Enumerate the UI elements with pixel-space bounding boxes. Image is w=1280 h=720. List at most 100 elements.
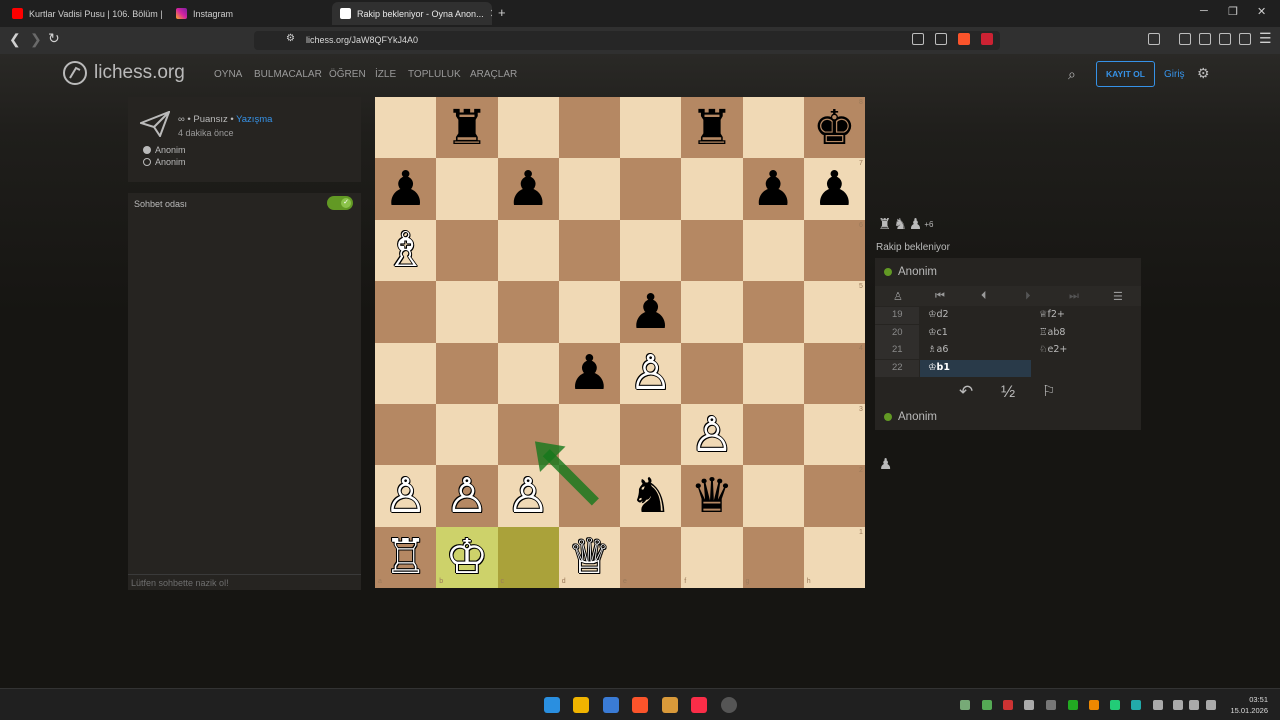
white-move[interactable]: ♔b1 — [920, 359, 1031, 377]
brave-shield-icon[interactable] — [958, 33, 970, 45]
square-g3[interactable] — [742, 403, 804, 466]
store-icon[interactable] — [603, 697, 619, 713]
black-move[interactable] — [1035, 360, 1135, 377]
sidebar-icon[interactable] — [1148, 33, 1160, 45]
piece-f2[interactable]: ♛ — [681, 465, 742, 526]
site-info-icon[interactable]: ⚙ — [286, 33, 295, 44]
square-e1[interactable] — [620, 526, 682, 588]
square-h6[interactable] — [803, 219, 865, 282]
top-player-name[interactable]: Anonim — [898, 266, 937, 278]
piece-c7[interactable]: ♟ — [498, 158, 559, 219]
battery-icon[interactable] — [1206, 700, 1216, 710]
nav-izle[interactable]: İZLE — [375, 69, 396, 80]
search-icon[interactable]: ⌕ — [1068, 66, 1076, 83]
nav-ogren[interactable]: ÖĞREN — [329, 69, 366, 80]
close-tab-icon[interactable]: ✕ — [490, 7, 492, 20]
square-g5[interactable] — [742, 281, 804, 343]
piece-a2[interactable]: ♙ — [375, 465, 436, 526]
tray-icon-8[interactable] — [1110, 700, 1120, 710]
square-h1[interactable] — [803, 526, 865, 588]
square-c8[interactable] — [497, 97, 559, 159]
square-d7[interactable] — [558, 158, 620, 220]
piece-e4[interactable]: ♙ — [620, 343, 681, 404]
leo-ai-icon[interactable] — [1219, 33, 1231, 45]
chat-input[interactable]: Lütfen sohbette nazik ol! — [128, 574, 361, 590]
offer-draw-button[interactable]: ½ — [1001, 382, 1015, 402]
cast-icon[interactable] — [912, 33, 924, 45]
square-a3[interactable] — [375, 403, 437, 466]
nav-araclar[interactable]: ARAÇLAR — [470, 69, 517, 80]
tray-icon-1[interactable] — [960, 700, 970, 710]
piece-a7[interactable]: ♟ — [375, 158, 436, 219]
back-button[interactable]: ❮ — [9, 31, 21, 48]
piece-f8[interactable]: ♜ — [681, 97, 742, 158]
square-g2[interactable] — [742, 465, 804, 527]
square-h2[interactable] — [803, 465, 865, 527]
piece-e5[interactable]: ♟ — [620, 281, 681, 342]
bottom-player-name[interactable]: Anonim — [898, 411, 937, 423]
piece-b2[interactable]: ♙ — [436, 465, 497, 526]
tray-icon-5[interactable] — [1046, 700, 1056, 710]
chess-board[interactable]: 8 7 6 5 4 3 2 1 a b c d e f g h ♜ ♜ ♚ ♟ ♟ ♟ ♟ ♗ ♟ ♟ ♙ ♙ ♙ ♙ ♙ ♞ ♛ ♖ ♔ ♕ — [375, 97, 865, 588]
square-c6[interactable] — [497, 219, 559, 282]
piece-g7[interactable]: ♟ — [743, 158, 804, 219]
square-b7[interactable] — [436, 158, 498, 220]
takeback-icon[interactable]: ↶ — [959, 382, 973, 402]
square-a8[interactable] — [375, 97, 437, 159]
square-h5[interactable] — [803, 281, 865, 343]
white-move[interactable]: ♗a6 — [920, 342, 1031, 359]
square-f6[interactable] — [681, 219, 743, 282]
black-move[interactable]: ♖ab8 — [1035, 325, 1135, 342]
nav-topluluk[interactable]: TOPLULUK — [408, 69, 461, 80]
tray-icon-9[interactable] — [1131, 700, 1141, 710]
piece-d1[interactable]: ♕ — [559, 527, 620, 588]
first-move-button[interactable]: ⏮ — [935, 290, 945, 303]
correspondence-link[interactable]: Yazışma — [236, 114, 272, 125]
menu-icon[interactable]: ☰ — [1113, 290, 1123, 303]
white-move[interactable]: ♔d2 — [920, 307, 1031, 324]
square-h3[interactable] — [803, 403, 865, 466]
square-d3[interactable] — [558, 403, 620, 466]
square-b6[interactable] — [436, 219, 498, 282]
brave-browser-icon[interactable] — [632, 697, 648, 713]
steam-icon[interactable] — [721, 697, 737, 713]
tray-icon-3[interactable] — [1003, 700, 1013, 710]
square-g1[interactable] — [742, 526, 804, 588]
square-e7[interactable] — [620, 158, 682, 220]
square-f4[interactable] — [681, 342, 743, 404]
piece-a6[interactable]: ♗ — [375, 220, 436, 281]
piece-h8[interactable]: ♚ — [804, 97, 865, 158]
vpn-icon[interactable] — [1239, 33, 1251, 45]
nav-bulmacalar[interactable]: BULMACALAR — [254, 69, 322, 80]
white-player-name[interactable]: Anonim — [155, 145, 186, 155]
square-b5[interactable] — [436, 281, 498, 343]
new-tab-button[interactable]: + — [498, 5, 506, 20]
chat-toggle[interactable]: ✓ — [327, 196, 353, 210]
black-move[interactable]: ♘e2+ — [1035, 342, 1135, 359]
site-logo[interactable]: lichess.org — [62, 60, 185, 86]
nav-oyna[interactable]: OYNA — [214, 69, 242, 80]
resign-flag-icon[interactable]: ⚐ — [1042, 382, 1055, 400]
signup-button[interactable]: KAYIT OL — [1096, 61, 1155, 87]
piece-e2[interactable]: ♞ — [620, 465, 681, 526]
square-b3[interactable] — [436, 403, 498, 466]
windows-start-icon[interactable] — [544, 697, 560, 713]
volume-icon[interactable] — [1189, 700, 1199, 710]
minimize-button[interactable]: ─ — [1200, 5, 1208, 17]
piece-c2[interactable]: ♙ — [498, 465, 559, 526]
last-move-button[interactable]: ⏭ — [1069, 290, 1079, 303]
tray-icon-6[interactable] — [1068, 700, 1078, 710]
close-window-button[interactable]: ✕ — [1257, 5, 1266, 18]
piece-f3[interactable]: ♙ — [681, 404, 742, 465]
menu-icon[interactable]: ☰ — [1259, 30, 1272, 47]
square-a4[interactable] — [375, 342, 437, 404]
game-icon[interactable] — [662, 697, 678, 713]
square-f1[interactable] — [681, 526, 743, 588]
square-d8[interactable] — [558, 97, 620, 159]
square-b4[interactable] — [436, 342, 498, 404]
black-move[interactable]: ♕f2+ — [1035, 307, 1135, 324]
file-explorer-icon[interactable] — [573, 697, 589, 713]
square-f7[interactable] — [681, 158, 743, 220]
square-d2[interactable] — [558, 465, 620, 527]
settings-gear-icon[interactable]: ⚙ — [1197, 65, 1210, 82]
